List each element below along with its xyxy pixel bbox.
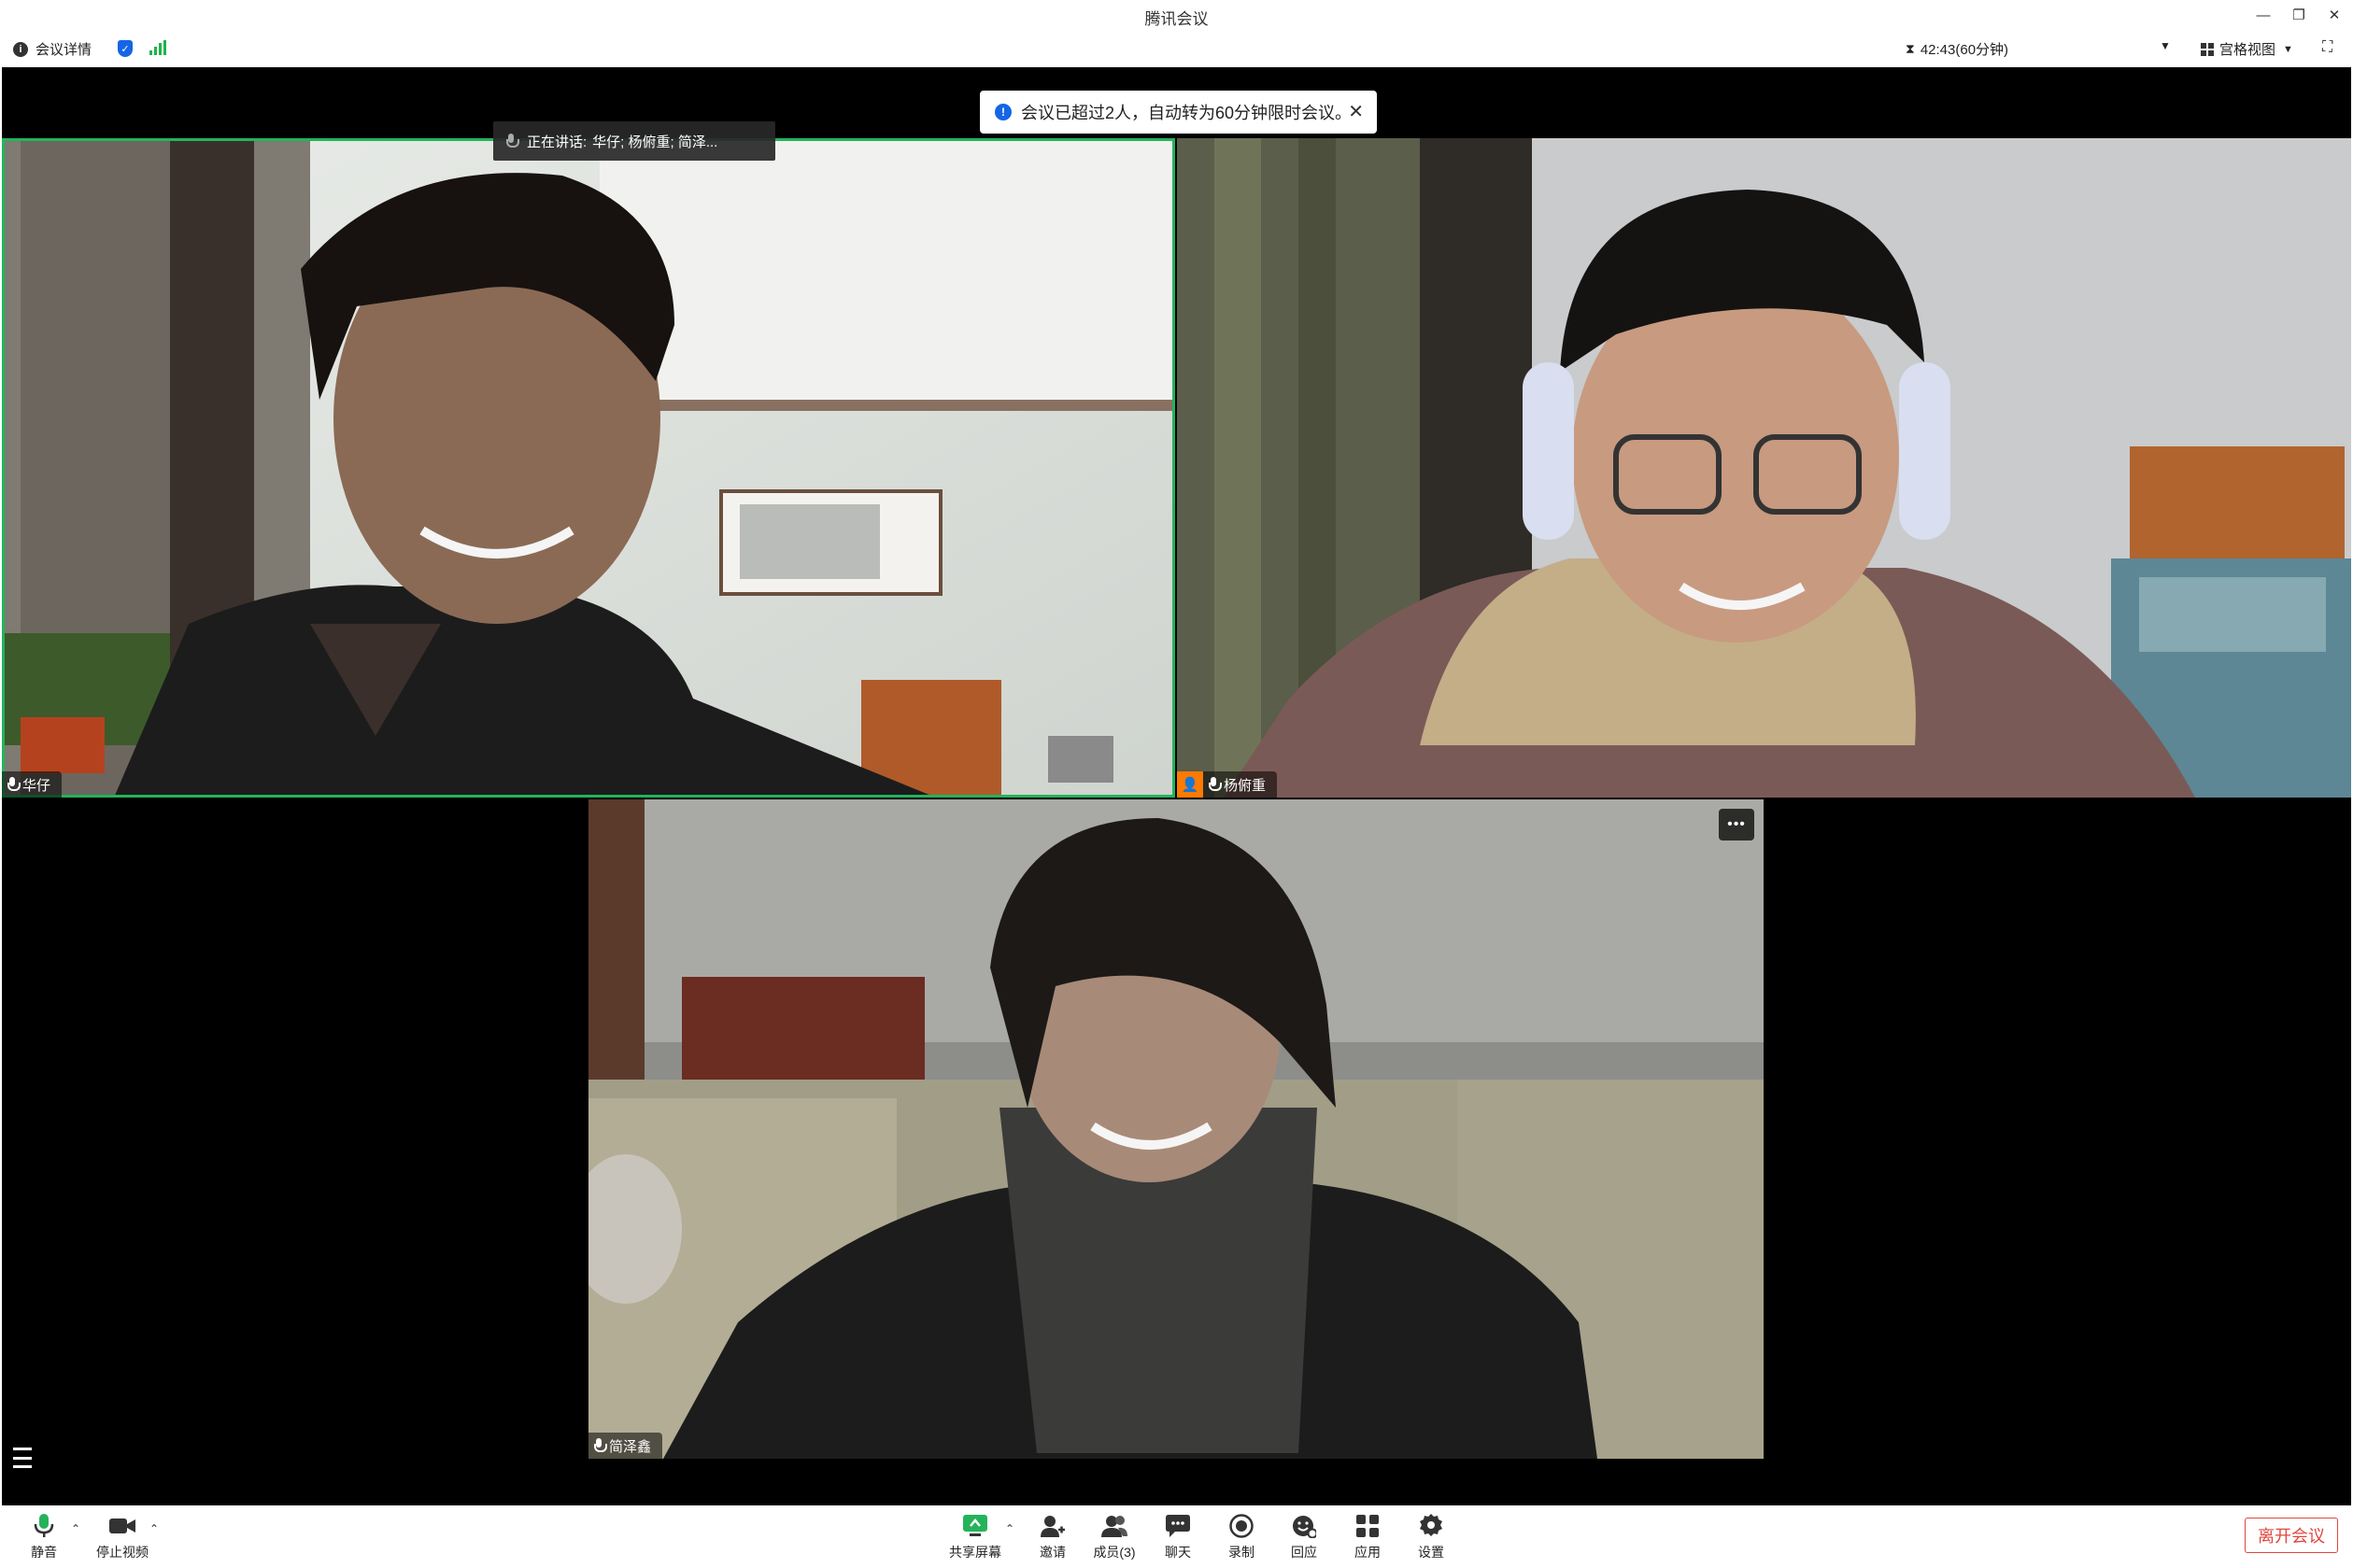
close-button[interactable]: ✕ bbox=[2320, 4, 2348, 26]
share-options-caret[interactable]: ⌃ bbox=[1005, 1522, 1014, 1535]
settings-button[interactable]: 设置 bbox=[1398, 1513, 1464, 1563]
reaction-icon bbox=[1291, 1513, 1317, 1539]
gear-icon bbox=[1418, 1513, 1444, 1539]
caret-down-icon: ▼ bbox=[2160, 39, 2171, 52]
meeting-info-bar: i 会议详情 ✓ ⧗ 42:43(60分钟) ▼ 宫格视图 ▼ ⛶ bbox=[0, 32, 2353, 67]
video-feed-yangfuzhong bbox=[1177, 138, 2351, 798]
meeting-details-label: 会议详情 bbox=[35, 42, 92, 58]
list-view-button[interactable] bbox=[13, 1448, 35, 1468]
video-tile-yangfuzhong[interactable]: 👤 杨俯重 bbox=[1177, 138, 2351, 798]
stop-video-button[interactable]: 停止视频 bbox=[90, 1513, 155, 1563]
settings-label: 设置 bbox=[1418, 1545, 1444, 1560]
video-options-caret[interactable]: ⌃ bbox=[149, 1522, 159, 1535]
bottom-toolbar: 静音 ⌃ 停止视频 ⌃ 共享屏幕 ⌃ 邀请 成员(3) 聊天 录制 回应 应用 … bbox=[0, 1505, 2353, 1568]
name-tag-huazai: 华仔 bbox=[2, 771, 63, 798]
participant-name: 华仔 bbox=[22, 777, 51, 794]
invite-button[interactable]: 邀请 bbox=[1020, 1513, 1085, 1563]
timer-text: 42:43(60分钟) bbox=[1920, 42, 2009, 58]
mic-icon bbox=[506, 134, 519, 148]
apps-button[interactable]: 应用 bbox=[1335, 1513, 1400, 1563]
participant-name: 简泽鑫 bbox=[609, 1438, 652, 1455]
view-layout-button[interactable]: 宫格视图 ▼ bbox=[2201, 39, 2293, 59]
record-icon bbox=[1228, 1513, 1254, 1539]
network-status-button[interactable] bbox=[149, 40, 166, 55]
share-screen-icon bbox=[962, 1513, 988, 1539]
view-layout-label: 宫格视图 bbox=[2219, 42, 2276, 58]
mic-icon bbox=[1209, 777, 1222, 792]
invite-icon bbox=[1040, 1513, 1066, 1539]
mute-label: 静音 bbox=[31, 1545, 57, 1560]
audio-options-caret[interactable]: ⌃ bbox=[71, 1522, 80, 1535]
reaction-button[interactable]: 回应 bbox=[1271, 1513, 1337, 1563]
active-speaker-banner: 正在讲话: 华仔; 杨俯重; 简泽... bbox=[493, 121, 775, 161]
video-feed-huazai bbox=[2, 138, 1175, 798]
stop-video-label: 停止视频 bbox=[96, 1545, 149, 1560]
name-tag-jianzexin: 简泽鑫 bbox=[588, 1433, 663, 1459]
fullscreen-button[interactable]: ⛶ bbox=[2322, 39, 2332, 56]
meeting-details-button[interactable]: i 会议详情 bbox=[13, 39, 92, 59]
more-icon: ••• bbox=[1727, 816, 1746, 832]
shield-icon: ✓ bbox=[118, 40, 133, 57]
apps-label: 应用 bbox=[1354, 1545, 1381, 1560]
chat-button[interactable]: 聊天 bbox=[1145, 1513, 1211, 1563]
signal-icon bbox=[149, 40, 166, 55]
video-feed-jianzexin bbox=[588, 799, 1764, 1459]
camera-icon bbox=[109, 1513, 135, 1539]
security-button[interactable]: ✓ bbox=[118, 40, 133, 57]
reaction-label: 回应 bbox=[1291, 1545, 1317, 1560]
mic-icon bbox=[594, 1438, 607, 1453]
microphone-icon bbox=[31, 1513, 57, 1539]
caret-down-icon: ▼ bbox=[2283, 43, 2293, 55]
record-button[interactable]: 录制 bbox=[1209, 1513, 1274, 1563]
grid-icon bbox=[2201, 42, 2214, 56]
chat-label: 聊天 bbox=[1165, 1545, 1191, 1560]
notice-text: 会议已超过2人，自动转为60分钟限时会议。 bbox=[1021, 104, 1353, 122]
hourglass-icon: ⧗ bbox=[1906, 41, 1915, 56]
window-title: 腾讯会议 bbox=[1144, 10, 1209, 28]
mute-button[interactable]: 静音 bbox=[11, 1513, 77, 1563]
meeting-limit-notice: ! 会议已超过2人，自动转为60分钟限时会议。 ✕ bbox=[980, 91, 1377, 134]
close-icon[interactable]: ✕ bbox=[1348, 100, 1364, 123]
video-stage: 华仔 👤 杨俯重 ••• 简泽鑫 bbox=[2, 67, 2351, 1505]
apps-icon bbox=[1354, 1513, 1381, 1539]
name-tag-yangfuzhong: 👤 杨俯重 bbox=[1177, 771, 1278, 798]
speaking-label: 正在讲话: bbox=[527, 134, 588, 150]
timer-dropdown-button[interactable]: ▼ bbox=[2160, 39, 2171, 52]
share-screen-button[interactable]: 共享屏幕 bbox=[943, 1513, 1008, 1563]
meeting-timer: ⧗ 42:43(60分钟) bbox=[1906, 39, 2008, 59]
info-icon: ! bbox=[995, 104, 1012, 120]
record-label: 录制 bbox=[1228, 1545, 1254, 1560]
video-tile-huazai[interactable]: 华仔 bbox=[2, 138, 1175, 798]
members-icon bbox=[1101, 1513, 1127, 1539]
members-button[interactable]: 成员(3) bbox=[1082, 1513, 1147, 1563]
minimize-button[interactable]: — bbox=[2249, 4, 2277, 26]
info-icon: i bbox=[13, 41, 28, 57]
host-icon: 👤 bbox=[1177, 771, 1203, 798]
video-tile-jianzexin[interactable]: ••• 简泽鑫 bbox=[588, 799, 1764, 1459]
fullscreen-icon: ⛶ bbox=[2322, 39, 2333, 55]
invite-label: 邀请 bbox=[1040, 1545, 1066, 1560]
speaking-names: 华仔; 杨俯重; 简泽... bbox=[592, 134, 718, 150]
tile-more-button[interactable]: ••• bbox=[1719, 809, 1754, 841]
members-label: 成员(3) bbox=[1093, 1545, 1136, 1560]
chat-icon bbox=[1165, 1513, 1191, 1539]
restore-button[interactable]: ❐ bbox=[2285, 4, 2313, 26]
participant-name: 杨俯重 bbox=[1224, 777, 1267, 794]
share-screen-label: 共享屏幕 bbox=[949, 1545, 1001, 1560]
title-bar: 腾讯会议 — ❐ ✕ bbox=[0, 0, 2353, 32]
leave-meeting-button[interactable]: 离开会议 bbox=[2245, 1518, 2338, 1553]
mic-icon bbox=[7, 777, 21, 792]
